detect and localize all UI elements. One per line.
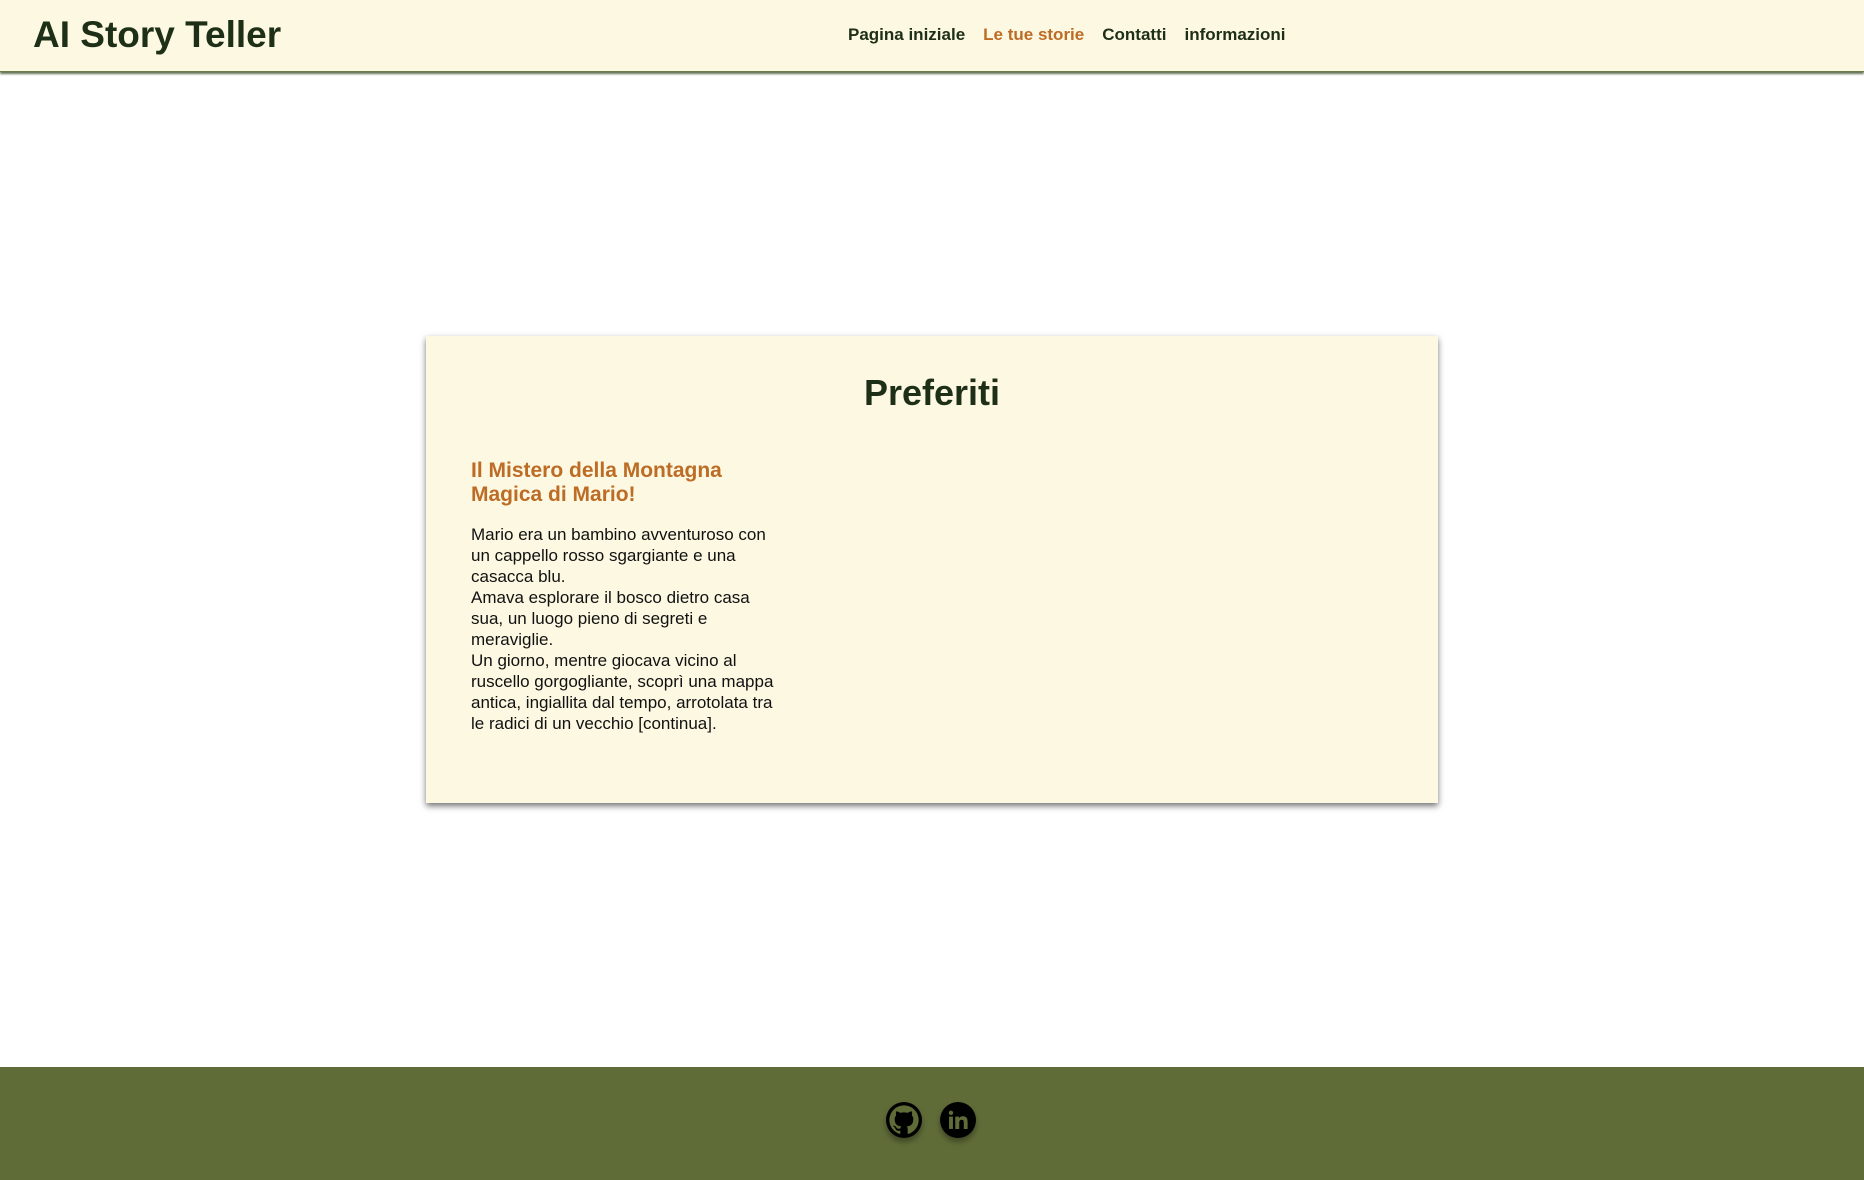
github-link[interactable] [886,1102,922,1138]
favorites-title: Preferiti [863,372,1001,413]
site-brand[interactable]: AI Story Teller [33,14,281,56]
story-paragraph: Mario era un bambino avventuroso con un … [471,525,766,586]
story-title[interactable]: Il Mistero della Montagna Magica di Mari… [471,459,776,507]
github-icon [889,1105,919,1134]
favorites-card: Preferiti Il Mistero della Montagna Magi… [426,336,1438,803]
linkedin-icon [948,1110,968,1129]
story-paragraph: Un giorno, mentre giocava vicino al rusc… [471,651,774,733]
nav-link-contacts[interactable]: Contatti [1102,25,1166,45]
story-excerpt: Mario era un bambino avventuroso con un … [471,524,776,734]
site-footer [0,1067,1864,1180]
main-nav: Pagina iniziale Le tue storie Contatti i… [848,25,1286,45]
story-paragraph: Amava esplorare il bosco dietro casa sua… [471,588,750,649]
nav-link-your-stories[interactable]: Le tue storie [983,25,1084,45]
linkedin-link[interactable] [940,1102,976,1138]
story-item: Il Mistero della Montagna Magica di Mari… [471,459,776,734]
site-header: AI Story Teller Pagina iniziale Le tue s… [0,0,1864,72]
nav-link-info[interactable]: informazioni [1184,25,1285,45]
nav-link-home[interactable]: Pagina iniziale [848,25,965,45]
